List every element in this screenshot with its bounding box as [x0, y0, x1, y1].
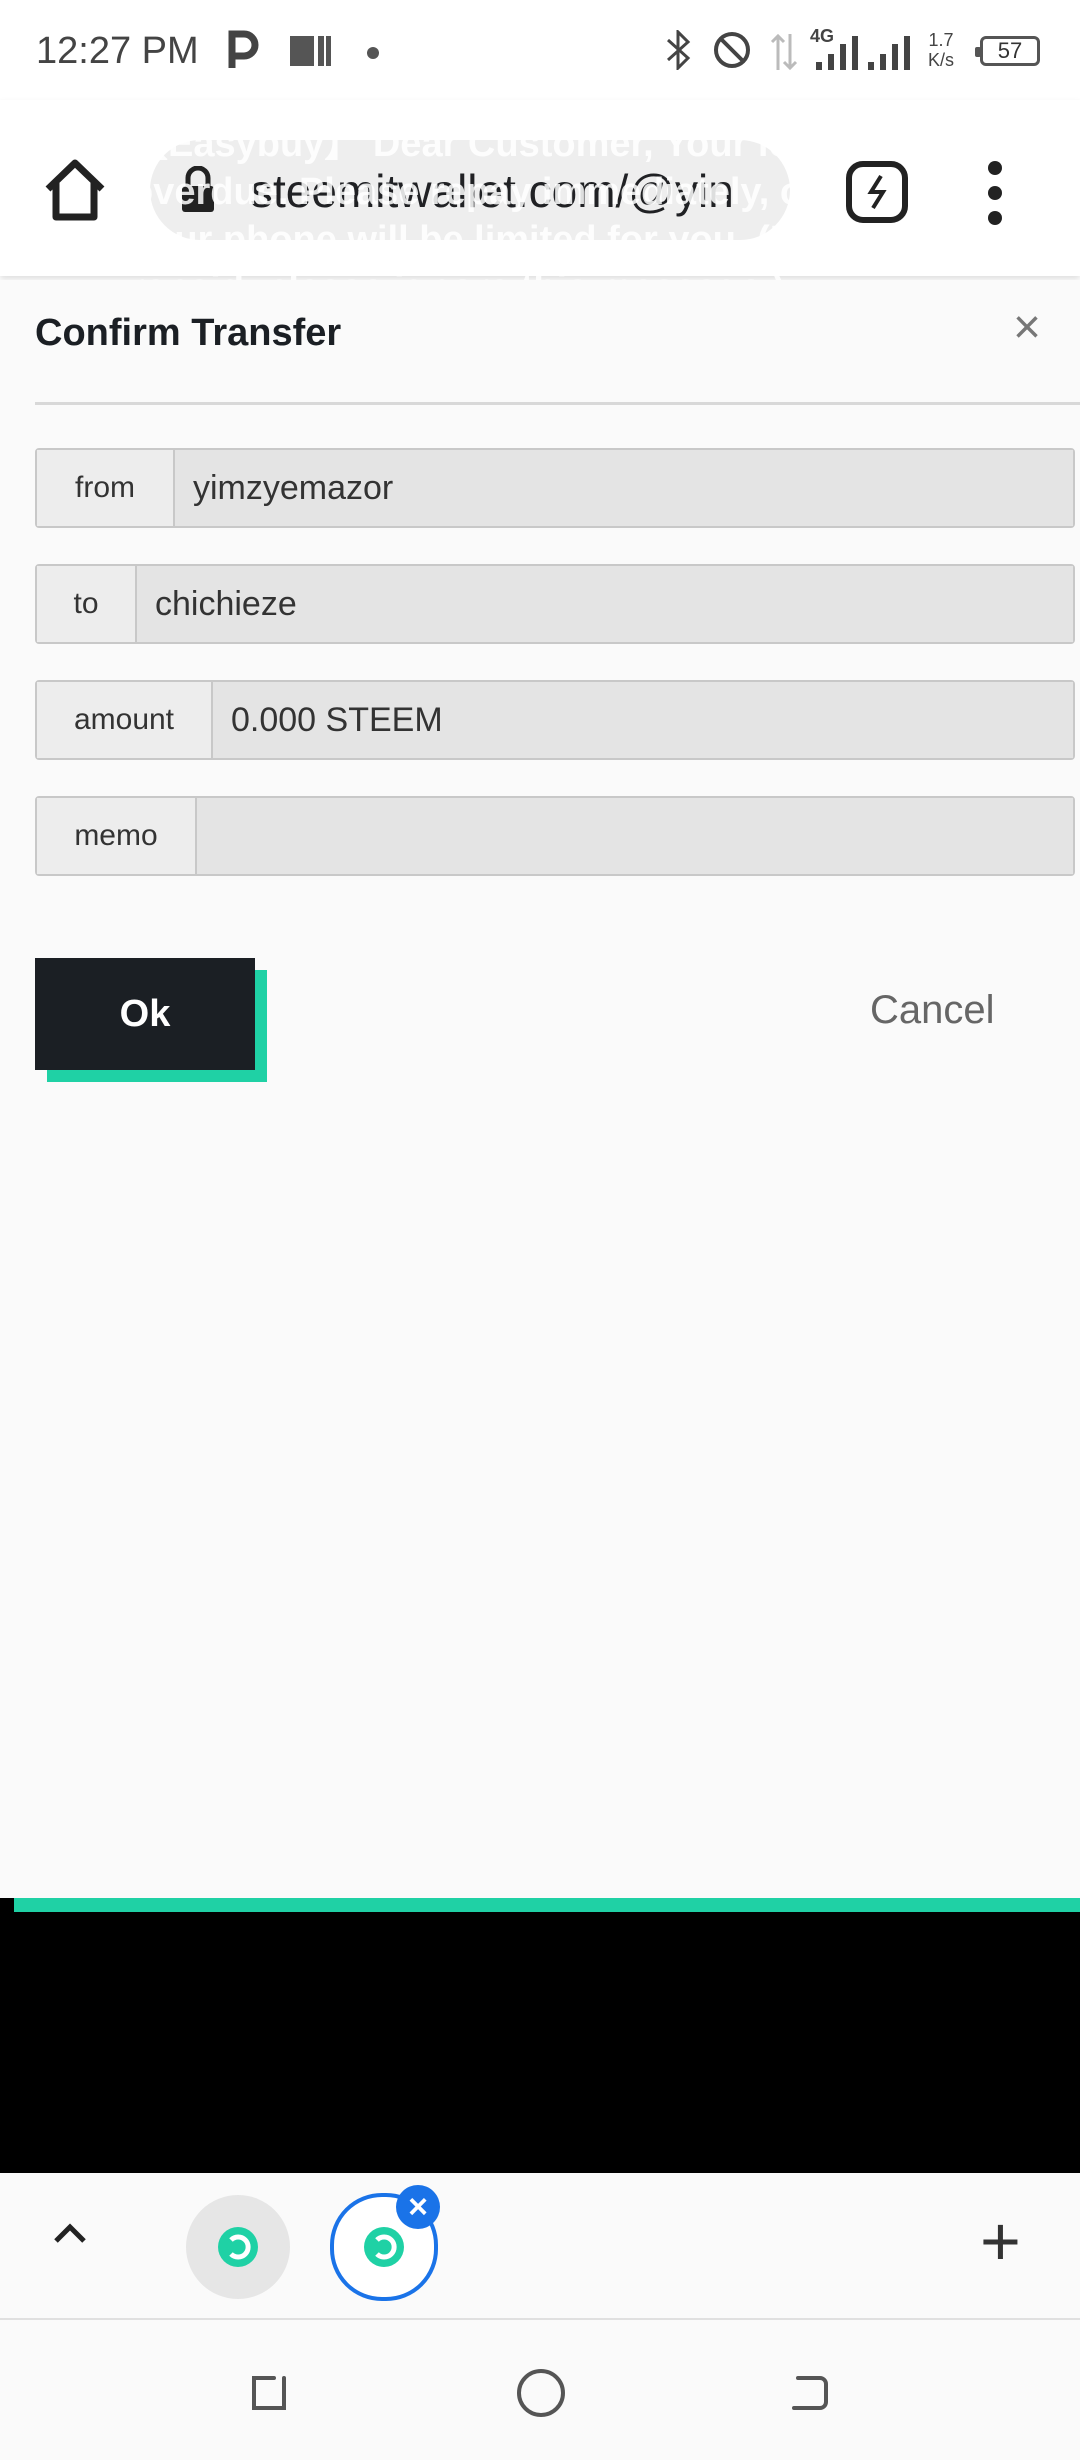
to-input[interactable]: chichieze	[137, 566, 1073, 642]
tab-thumbnail[interactable]	[186, 2195, 290, 2299]
system-nav-bar	[0, 2320, 1080, 2460]
home-nav-icon[interactable]	[514, 2366, 568, 2420]
overflow-menu-icon[interactable]	[980, 158, 1010, 228]
to-field[interactable]: to chichieze	[35, 564, 1075, 644]
steem-logo-icon	[218, 2227, 258, 2267]
memo-label: memo	[37, 798, 197, 874]
url-text[interactable]: steemitwallet.com/@yin	[250, 164, 770, 218]
cancel-button[interactable]: Cancel	[870, 988, 995, 1033]
browser-toolbar: steemitwallet.com/@yin 【Easybuy】 Dear Cu…	[0, 100, 1080, 309]
home-icon[interactable]	[40, 155, 110, 225]
parking-icon	[228, 30, 259, 68]
amount-field[interactable]: amount 0.000 STEEM	[35, 680, 1075, 760]
network-speed: 1.7 K/s	[928, 30, 954, 70]
close-tab-icon[interactable]: ×	[396, 2185, 440, 2229]
back-icon[interactable]	[784, 2368, 834, 2418]
amount-input[interactable]: 0.000 STEEM	[213, 682, 1073, 758]
lock-icon[interactable]	[178, 166, 218, 214]
steem-logo-icon	[364, 2227, 404, 2267]
recent-apps-icon[interactable]	[244, 2368, 294, 2418]
page-footer-band	[0, 1898, 1080, 2173]
divider	[35, 402, 1080, 405]
from-label: from	[37, 450, 175, 526]
amount-label: amount	[37, 682, 213, 758]
more-notifications-dot-icon	[367, 47, 379, 59]
close-icon[interactable]: ×	[1005, 304, 1049, 352]
network-speed-value: 1.7	[928, 30, 954, 50]
new-tab-plus-icon[interactable]: +	[980, 2206, 1021, 2276]
from-field[interactable]: from yimzyemazor	[35, 448, 1075, 528]
memo-field[interactable]: memo	[35, 796, 1075, 876]
status-time: 12:27 PM	[36, 30, 199, 72]
do-not-disturb-icon	[714, 32, 750, 68]
app-notification-icon	[290, 36, 331, 66]
data-transfer-icon	[770, 33, 798, 71]
chevron-up-icon[interactable]	[50, 2213, 90, 2253]
signal-strength-2-icon	[868, 36, 910, 70]
network-speed-unit: K/s	[928, 50, 955, 70]
battery-icon: 57	[975, 36, 1040, 66]
dialog-title: Confirm Transfer	[35, 312, 342, 354]
from-input[interactable]: yimzyemazor	[175, 450, 1073, 526]
battery-level: 57	[997, 38, 1023, 63]
to-label: to	[37, 566, 137, 642]
memo-input[interactable]	[197, 798, 1073, 874]
accent-line	[14, 1898, 1080, 1912]
status-bar: 12:27 PM 4G 1.7 K/s 57	[0, 0, 1080, 100]
tab-bar: × +	[0, 2173, 1080, 2320]
tabs-switcher-icon[interactable]	[845, 160, 909, 224]
confirm-transfer-dialog: Confirm Transfer × from yimzyemazor to c…	[0, 280, 1080, 1900]
bluetooth-icon	[666, 30, 691, 70]
url-bar[interactable]: steemitwallet.com/@yin	[150, 140, 790, 240]
ok-button[interactable]: Ok	[35, 958, 255, 1070]
signal-strength-1-icon	[816, 36, 858, 70]
